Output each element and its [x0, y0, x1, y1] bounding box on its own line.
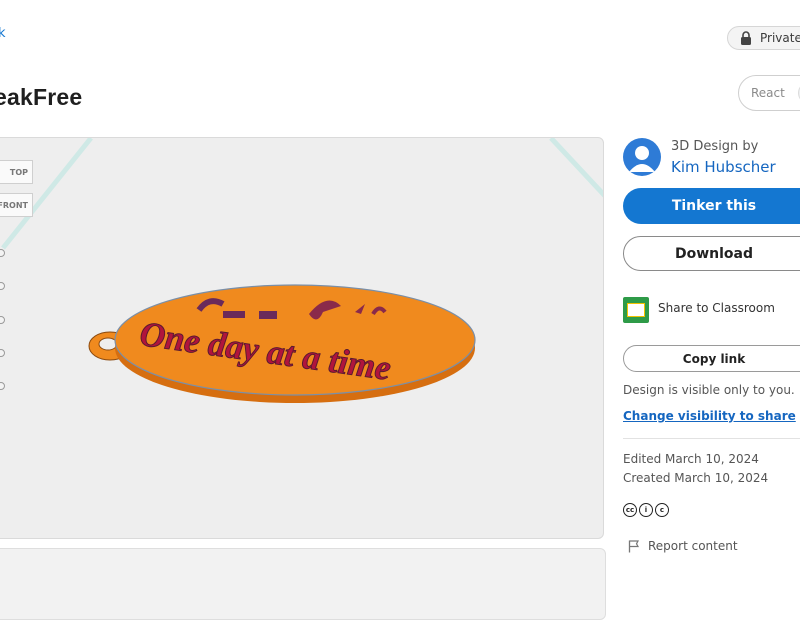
avatar[interactable]	[623, 138, 661, 176]
user-icon	[629, 146, 655, 172]
privacy-badge[interactable]: Private	[727, 26, 800, 50]
created-date: Created March 10, 2024	[623, 471, 769, 485]
page-title: eakFree	[0, 84, 83, 110]
model-canvas: One day at a time	[1, 138, 603, 403]
viewcube-top[interactable]: TOP	[0, 160, 33, 184]
google-classroom-icon[interactable]	[623, 297, 649, 323]
viewcube-top-label: TOP	[9, 167, 28, 177]
sa-icon: c	[655, 503, 669, 517]
copy-link-button[interactable]: Copy link	[623, 345, 800, 372]
by-icon: i	[639, 503, 653, 517]
change-visibility-link[interactable]: Change visibility to share	[623, 409, 796, 423]
react-button[interactable]: React	[738, 75, 800, 111]
react-label: React	[751, 86, 785, 100]
report-label: Report content	[648, 539, 738, 553]
cc-icon: cc	[623, 503, 637, 517]
lock-icon	[741, 31, 751, 45]
viewcube-front-label: FRONT	[0, 200, 28, 210]
model-shape	[223, 311, 245, 318]
back-link[interactable]: k	[0, 26, 6, 41]
secondary-viewer-panel	[0, 548, 606, 620]
tinker-this-button[interactable]: Tinker this	[623, 188, 800, 224]
privacy-label: Private	[760, 31, 800, 45]
model-shape	[259, 311, 277, 319]
model-viewer[interactable]: One day at a time TOP FRONT	[0, 137, 604, 539]
share-to-classroom-link[interactable]: Share to Classroom	[658, 301, 775, 315]
viewcube-front[interactable]: FRONT	[0, 193, 33, 217]
edited-date: Edited March 10, 2024	[623, 452, 759, 466]
report-content-link[interactable]: Report content	[628, 539, 738, 553]
visibility-note: Design is visible only to you.	[623, 383, 795, 397]
download-button[interactable]: Download	[623, 236, 800, 271]
license-icons[interactable]: cc i c	[623, 503, 669, 517]
designer-name-link[interactable]: Kim Hubscher	[671, 158, 776, 176]
flag-icon	[628, 539, 640, 552]
divider	[623, 438, 800, 439]
workplane-edge	[549, 138, 603, 198]
designer-label: 3D Design by	[671, 139, 759, 154]
